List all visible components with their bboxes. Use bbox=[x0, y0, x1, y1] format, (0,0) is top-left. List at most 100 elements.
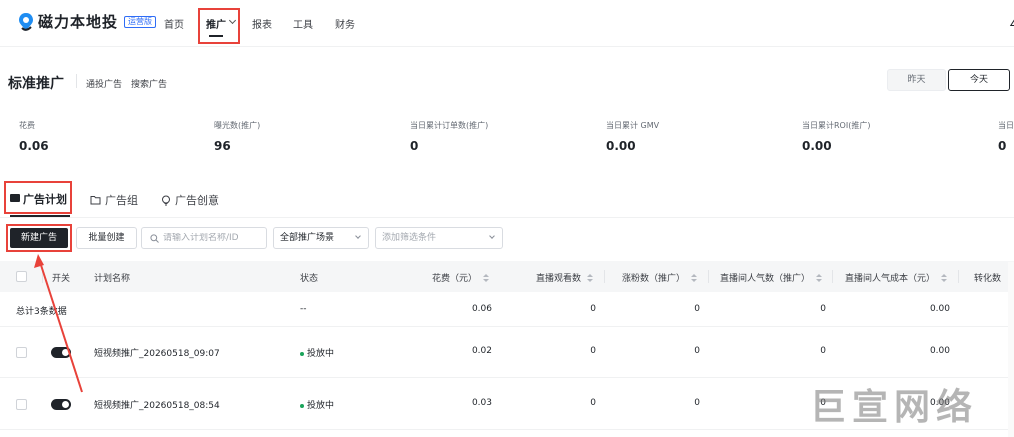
column-divider bbox=[832, 270, 833, 283]
sort-icon[interactable] bbox=[587, 274, 594, 283]
row-views: 0 bbox=[590, 398, 596, 408]
column-divider bbox=[708, 270, 709, 283]
new-ad-button-highlight: 新建广告 bbox=[6, 224, 72, 252]
col-plan-name: 计划名称 bbox=[94, 274, 131, 284]
tab-ad-creative[interactable]: 广告创意 bbox=[161, 192, 219, 208]
folder-outline-icon bbox=[90, 196, 101, 205]
new-ad-button[interactable]: 新建广告 bbox=[10, 228, 68, 248]
batch-create-button[interactable]: 批量创建 bbox=[76, 227, 137, 249]
table-header: 开关 计划名称 状态 花费（元） 直播观看数 涨粉数（推广） 直播间人气数（推广… bbox=[0, 261, 1014, 292]
summary-label: 总计3条数据 bbox=[16, 307, 67, 317]
sort-icon[interactable] bbox=[483, 274, 490, 283]
metric-gmv: 当日累计 GMV 0.00 bbox=[606, 120, 659, 153]
plan-name-link[interactable]: 短视频推广_20260518_08:54 bbox=[94, 398, 220, 411]
tab-ad-plan[interactable]: 广告计划 bbox=[4, 181, 72, 214]
col-popularity-cost[interactable]: 直播间人气成本（元） bbox=[845, 271, 948, 284]
col-spend[interactable]: 花费（元） bbox=[432, 271, 490, 284]
col-toggle: 开关 bbox=[52, 274, 71, 284]
yesterday-button[interactable]: 昨天 bbox=[887, 69, 946, 91]
row-checkbox[interactable] bbox=[16, 347, 27, 358]
today-button[interactable]: 今天 bbox=[948, 69, 1010, 91]
tab-label: 广告组 bbox=[105, 194, 138, 207]
metric-label: 当日累计ROI(推广) bbox=[802, 121, 871, 130]
logo[interactable]: 磁力本地投 运营版 bbox=[18, 11, 157, 32]
scene-select-value: 全部推广场景 bbox=[280, 233, 335, 243]
metric-value: 0.06 bbox=[19, 139, 49, 153]
column-divider bbox=[42, 270, 43, 283]
search-icon bbox=[150, 233, 159, 243]
status-dot-icon bbox=[300, 403, 304, 408]
nav-promotion-label: 推广 bbox=[206, 20, 226, 31]
scroll-edge bbox=[1008, 262, 1014, 437]
col-popularity-label: 直播间人气数（推广） bbox=[720, 274, 811, 284]
folder-filled-icon bbox=[10, 194, 20, 202]
select-all-checkbox[interactable] bbox=[16, 271, 27, 282]
search-input[interactable] bbox=[163, 233, 263, 243]
col-popularity[interactable]: 直播间人气数（推广） bbox=[720, 271, 823, 284]
metric-label: 当日累计订单数(推广) bbox=[410, 121, 489, 130]
nav-reports[interactable]: 报表 bbox=[252, 16, 272, 31]
status-text: 投放中 bbox=[307, 349, 335, 359]
metric-roi: 当日累计ROI(推广) 0.00 bbox=[802, 120, 870, 153]
metric-value: 0 bbox=[410, 139, 419, 153]
col-fans-label: 涨粉数（推广） bbox=[622, 274, 686, 284]
summary-popularity: 0 bbox=[820, 304, 826, 314]
row-spend: 0.03 bbox=[471, 398, 492, 408]
nav-edge-glyph: ∠ bbox=[1009, 18, 1014, 29]
status-badge: 投放中 bbox=[300, 398, 334, 411]
tabs-divider bbox=[0, 217, 1014, 218]
filter-select-placeholder: 添加筛选条件 bbox=[382, 233, 437, 243]
tab-ad-group[interactable]: 广告组 bbox=[90, 192, 138, 208]
tab-label: 广告创意 bbox=[175, 194, 219, 207]
row-toggle[interactable] bbox=[51, 399, 71, 410]
col-live-views[interactable]: 直播观看数 bbox=[536, 271, 594, 284]
metric-label: 当日 bbox=[998, 121, 1014, 130]
summary-fans: 0 bbox=[694, 304, 700, 314]
nav-tools[interactable]: 工具 bbox=[293, 16, 313, 31]
metric-label: 花费 bbox=[19, 121, 35, 130]
col-conversions: 转化数 bbox=[974, 274, 1002, 284]
summary-status: -- bbox=[300, 304, 307, 314]
row-checkbox[interactable] bbox=[16, 399, 27, 410]
bulb-icon bbox=[162, 195, 170, 205]
scene-select[interactable]: 全部推广场景 bbox=[273, 227, 369, 249]
watermark: 巨宣网络 bbox=[810, 387, 979, 428]
page-title: 标准推广 bbox=[8, 76, 64, 92]
sub-link-general[interactable]: 通投广告 bbox=[86, 77, 122, 90]
sort-icon[interactable] bbox=[816, 274, 823, 283]
col-status: 状态 bbox=[300, 274, 319, 284]
metric-label: 曝光数(推广) bbox=[214, 121, 261, 130]
metric-value: 0.00 bbox=[606, 139, 636, 153]
status-badge: 投放中 bbox=[300, 346, 334, 359]
metric-value: 96 bbox=[214, 139, 231, 153]
metric-impressions: 曝光数(推广) 96 bbox=[214, 120, 260, 153]
nav-home[interactable]: 首页 bbox=[164, 16, 184, 31]
col-live-views-label: 直播观看数 bbox=[536, 274, 582, 284]
table-summary-row: 总计3条数据 -- 0.06 0 0 0 0.00 bbox=[0, 292, 1014, 327]
metric-value: 0 bbox=[998, 139, 1007, 153]
plan-name-link[interactable]: 短视频推广_20260518_09:07 bbox=[94, 346, 220, 359]
title-divider bbox=[76, 74, 77, 88]
sub-link-search[interactable]: 搜索广告 bbox=[131, 77, 167, 90]
table-row[interactable]: 短视频推广_20260518_09:07 投放中 0.02 0 0 0 0.00 bbox=[0, 327, 1014, 378]
row-toggle[interactable] bbox=[51, 347, 71, 358]
nav-promotion[interactable]: 推广 bbox=[198, 8, 240, 44]
nav-finance[interactable]: 财务 bbox=[335, 16, 355, 31]
logo-badge: 运营版 bbox=[124, 15, 157, 28]
plan-search[interactable] bbox=[141, 227, 267, 249]
metric-spend: 花费 0.06 bbox=[19, 120, 49, 153]
metric-value: 0.00 bbox=[802, 139, 832, 153]
summary-views: 0 bbox=[590, 304, 596, 314]
sort-icon[interactable] bbox=[691, 274, 698, 283]
filter-select[interactable]: 添加筛选条件 bbox=[375, 227, 503, 249]
status-dot-icon bbox=[300, 351, 304, 356]
row-popularity: 0 bbox=[820, 346, 826, 356]
col-fans[interactable]: 涨粉数（推广） bbox=[622, 271, 698, 284]
row-fans: 0 bbox=[694, 398, 700, 408]
nav-active-indicator bbox=[209, 35, 223, 37]
row-fans: 0 bbox=[694, 346, 700, 356]
summary-popularity-cost: 0.00 bbox=[929, 304, 950, 314]
sort-icon[interactable] bbox=[941, 274, 948, 283]
row-spend: 0.02 bbox=[471, 346, 492, 356]
chevron-down-icon bbox=[228, 16, 237, 25]
